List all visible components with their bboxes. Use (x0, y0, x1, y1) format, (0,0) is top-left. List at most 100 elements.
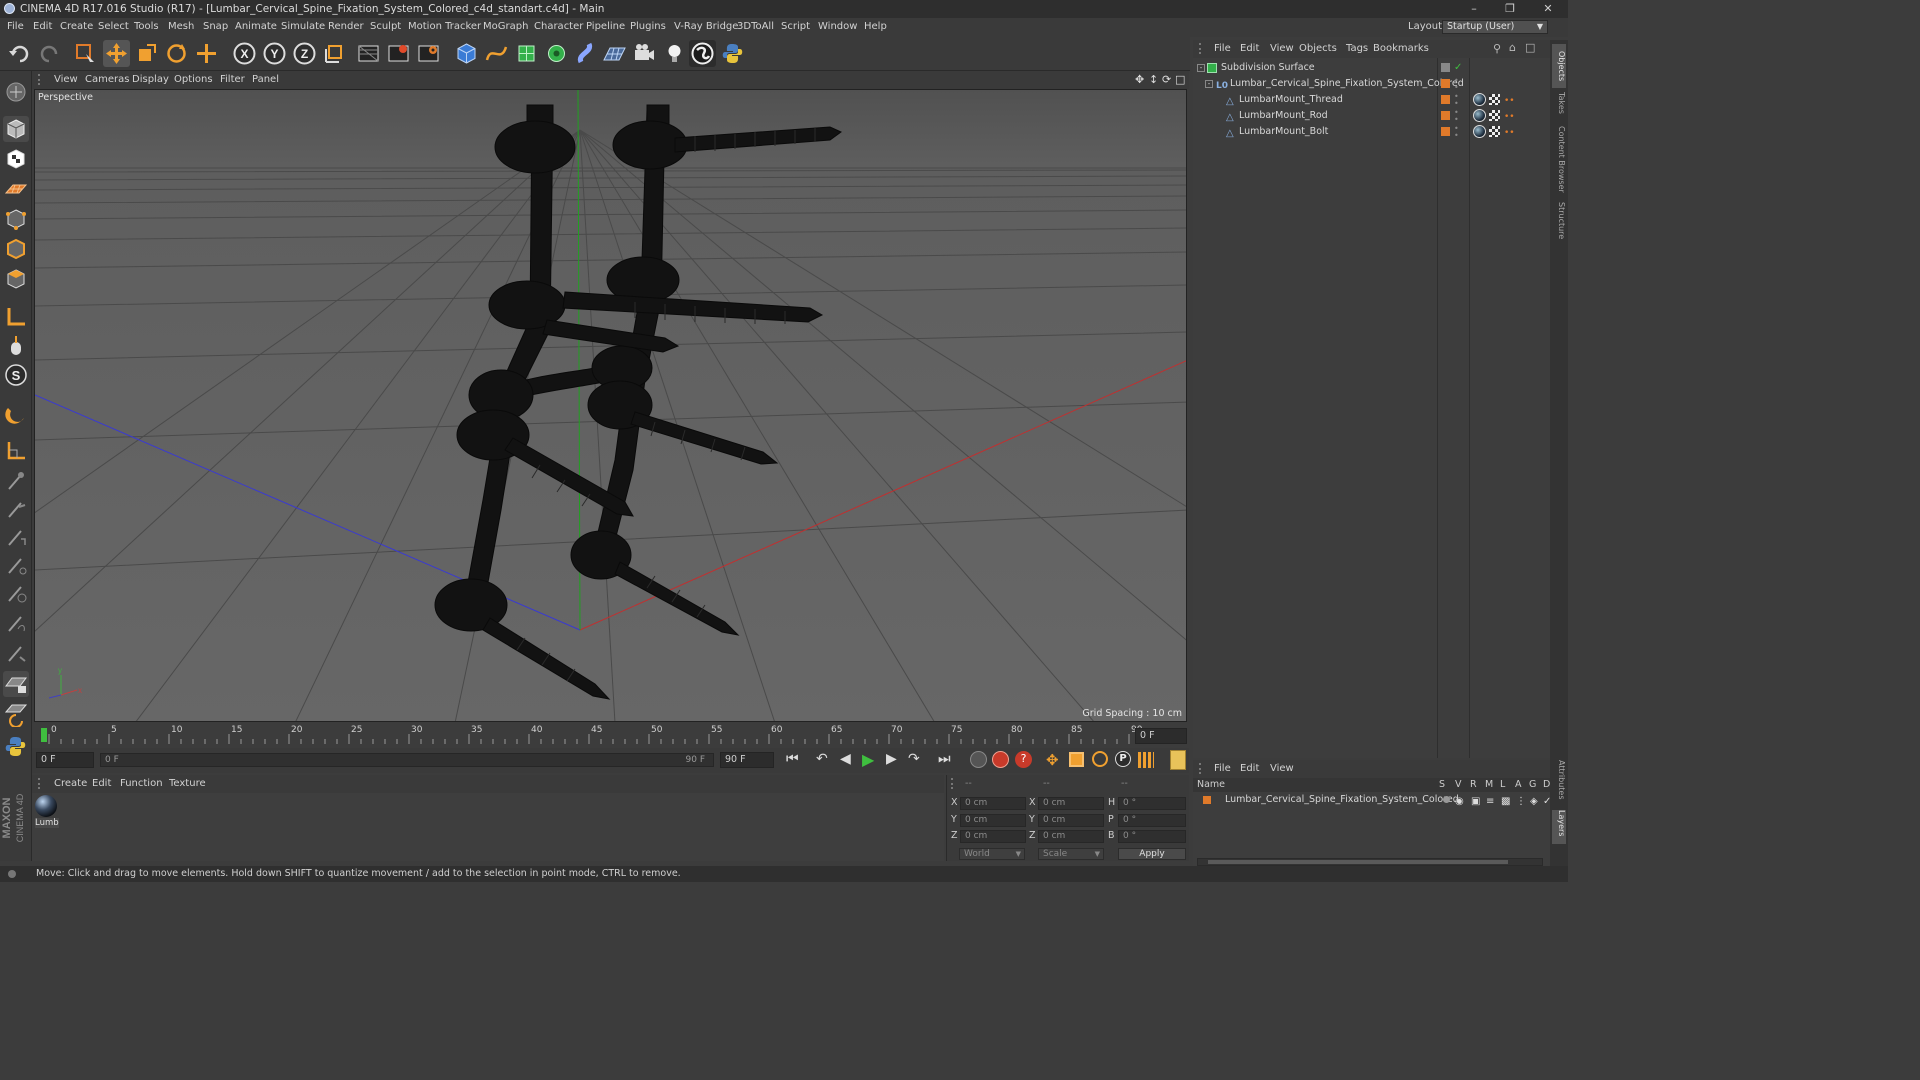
apply-button[interactable]: Apply (1118, 848, 1186, 860)
size-mode-dropdown[interactable]: Scale ▼ (1038, 848, 1104, 860)
lock-workplane-button[interactable] (3, 671, 29, 697)
collapse-toggle-icon[interactable]: - (1205, 80, 1213, 88)
menu-window[interactable]: Window (818, 21, 857, 32)
manager-toggle-icon[interactable]: ≡ (1486, 794, 1494, 810)
subdivision-surface-button[interactable] (513, 40, 540, 67)
material-tag-icon[interactable] (1473, 93, 1486, 106)
generator-toggle-icon[interactable]: ◈ (1530, 794, 1538, 810)
python-button[interactable] (719, 40, 746, 67)
axis-mode-button[interactable] (3, 304, 29, 330)
menu-mograph[interactable]: MoGraph (483, 21, 528, 32)
perspective-viewport[interactable]: y x Perspective Grid Spacing : 10 cm (34, 89, 1187, 722)
start-frame-field[interactable]: 0 F (36, 752, 94, 768)
menu-sculpt[interactable]: Sculpt (370, 21, 401, 32)
keyframe-selection-icon[interactable]: ? (1015, 751, 1032, 768)
close-button[interactable]: ✕ (1530, 0, 1566, 18)
minimize-button[interactable]: – (1456, 0, 1492, 18)
visibility-dots-icon[interactable]: • • (1454, 109, 1459, 124)
visibility-dots-icon[interactable]: • • (1454, 93, 1459, 108)
magnet-button[interactable] (3, 400, 29, 426)
recent-tool-button[interactable] (193, 40, 220, 67)
undo-button[interactable] (6, 40, 33, 67)
view-toggle-icon[interactable]: ◉ (1455, 794, 1464, 810)
uvw-tag-icon[interactable] (1489, 126, 1500, 137)
record-keys-off-icon[interactable] (970, 751, 987, 768)
menu-edit[interactable]: Edit (33, 21, 52, 32)
frame-range-slider[interactable]: 0 F 90 F (100, 753, 714, 767)
layout-dropdown[interactable]: Startup (User) ▼ (1442, 20, 1548, 34)
next-frame-icon[interactable]: ▶ (886, 751, 897, 767)
layer-color-icon[interactable] (1441, 127, 1450, 136)
layer-menu-edit[interactable]: Edit (1240, 763, 1259, 774)
model-mode-button[interactable] (3, 116, 29, 142)
menu-motion-tracker[interactable]: Motion Tracker (408, 21, 481, 32)
viewport-menu-filter[interactable]: Filter (220, 74, 245, 85)
previous-frame-icon[interactable]: ◀ (840, 751, 851, 767)
scale-tool-button[interactable] (133, 40, 160, 67)
light-button[interactable] (661, 40, 688, 67)
tree-row-lumbarmount-bolt[interactable]: △ LumbarMount_Bolt • • •• (1193, 124, 1550, 140)
layer-color-icon[interactable] (1441, 111, 1450, 120)
snap-button[interactable]: S (3, 362, 29, 388)
rotate-view-icon[interactable]: ⟳ (1162, 73, 1171, 86)
material-tag-icon[interactable] (1473, 125, 1486, 138)
layer-color-icon[interactable] (1441, 79, 1450, 88)
tab-objects[interactable]: Objects (1552, 44, 1566, 88)
new-view-icon[interactable]: □ (1525, 41, 1535, 54)
home-icon[interactable]: ⌂ (1509, 41, 1516, 54)
om-menu-tags[interactable]: Tags (1346, 43, 1368, 54)
redo-button[interactable] (36, 40, 63, 67)
ring-selection-button[interactable] (3, 611, 29, 637)
material-menu-texture[interactable]: Texture (169, 778, 206, 789)
render-view-button[interactable] (355, 40, 382, 67)
layer-menu-view[interactable]: View (1270, 763, 1294, 774)
floor-button[interactable] (601, 40, 628, 67)
layer-menu-file[interactable]: File (1214, 763, 1231, 774)
go-to-end-icon[interactable]: ⏭ (938, 751, 951, 767)
go-to-start-icon[interactable]: ⏮ (786, 751, 799, 767)
material-menu-function[interactable]: Function (120, 778, 163, 789)
viewport-menu-options[interactable]: Options (174, 74, 213, 85)
om-menu-view[interactable]: View (1270, 43, 1294, 54)
path-selection-button[interactable] (3, 641, 29, 667)
menu-3dtoall[interactable]: 3DToAll (737, 21, 774, 32)
coordinate-system-button[interactable] (321, 40, 348, 67)
coordinate-space-dropdown[interactable]: World ▼ (959, 848, 1025, 860)
tree-row-lumbarmount-thread[interactable]: △ LumbarMount_Thread • • •• (1193, 92, 1550, 108)
layer-row[interactable]: Lumbar_Cervical_Spine_Fixation_System_Co… (1193, 792, 1551, 810)
uvw-tag-icon[interactable] (1489, 94, 1500, 105)
tab-takes[interactable]: Takes (1552, 92, 1566, 122)
tree-row-lumbarmount-rod[interactable]: △ LumbarMount_Rod • • •• (1193, 108, 1550, 124)
om-menu-file[interactable]: File (1214, 43, 1231, 54)
position-key-icon[interactable]: ✥ (1046, 751, 1059, 769)
extrude-tool-button[interactable] (3, 525, 29, 551)
animation-toggle-icon[interactable]: ⋮ (1516, 794, 1526, 810)
workplane-mode-button[interactable] (3, 176, 29, 202)
z-axis-lock-button[interactable]: Z (291, 40, 318, 67)
collapse-toggle-icon[interactable]: - (1197, 64, 1205, 72)
size-z-field[interactable]: 0 cm (1038, 830, 1104, 843)
menu-tools[interactable]: Tools (134, 21, 159, 32)
cloner-button[interactable] (543, 40, 570, 67)
vray-bridge-button[interactable] (689, 40, 716, 67)
menu-vray-bridge[interactable]: V-Ray Bridge (674, 21, 738, 32)
tree-row-subdivision-surface[interactable]: - Subdivision Surface ✓ (1193, 60, 1550, 76)
menu-simulate[interactable]: Simulate (281, 21, 325, 32)
size-x-field[interactable]: 0 cm (1038, 797, 1104, 810)
move-tool-button[interactable] (103, 40, 130, 67)
enabled-check-icon[interactable]: ✓ (1454, 60, 1462, 76)
loop-selection-button[interactable] (3, 581, 29, 607)
material-swatch[interactable]: Lumb (35, 795, 59, 829)
camera-button[interactable] (631, 40, 658, 67)
render-toggle-icon[interactable]: ▣ (1471, 794, 1480, 810)
deformer-button[interactable] (573, 40, 600, 67)
planar-workplane-button[interactable] (3, 701, 29, 728)
cube-primitive-button[interactable] (453, 40, 480, 67)
autokey-icon[interactable] (992, 751, 1009, 768)
render-settings-button[interactable] (415, 40, 442, 67)
parameter-key-icon[interactable]: P (1115, 751, 1131, 767)
om-menu-bookmarks[interactable]: Bookmarks (1373, 43, 1429, 54)
toggle-layout-icon[interactable]: □ (1175, 73, 1185, 86)
texture-mode-button[interactable] (3, 146, 29, 172)
spline-pen-button[interactable] (483, 40, 510, 67)
